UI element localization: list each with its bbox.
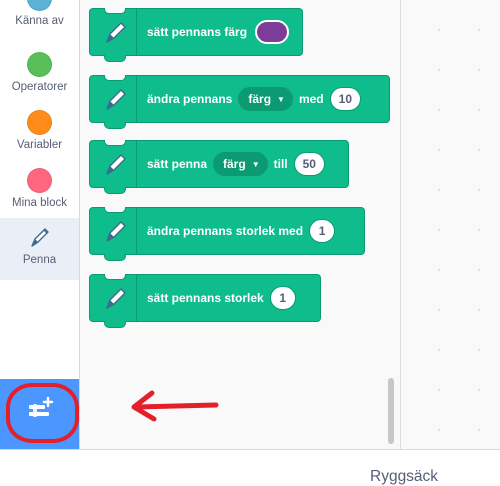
dropdown-value: färg — [223, 157, 246, 171]
block-text: sätt pennans färg — [147, 25, 248, 39]
block-text: ändra pennans storlek med — [147, 224, 304, 238]
variables-color-dot — [27, 110, 52, 135]
category-label: Mina block — [12, 197, 67, 209]
block-tab — [104, 187, 126, 194]
script-workspace[interactable] — [401, 0, 500, 449]
pen-icon — [106, 221, 126, 242]
category-label: Operatorer — [11, 81, 68, 93]
block-tab — [104, 254, 126, 261]
pen-block-icon-wrap — [96, 141, 137, 187]
category-operators[interactable]: Operatorer — [0, 52, 79, 110]
block-text: ändra pennans — [147, 92, 233, 106]
backpack-bar: Ryggsäck — [0, 449, 500, 486]
number-input[interactable]: 1 — [269, 286, 296, 310]
number-input[interactable]: 1 — [309, 219, 336, 243]
category-label: Känna av — [15, 15, 64, 27]
block-tab — [104, 55, 126, 62]
block-notch — [104, 140, 126, 146]
pen-icon — [106, 154, 126, 175]
category-sensing[interactable]: Känna av — [0, 0, 79, 44]
set-pen-size-block[interactable]: sätt pennans storlek 1 — [89, 274, 321, 328]
palette-scrollbar[interactable] — [388, 378, 394, 444]
operators-color-dot — [27, 52, 52, 77]
category-pen[interactable]: Penna — [0, 218, 79, 280]
pen-block-icon-wrap — [96, 275, 137, 321]
block-text: sätt pennans storlek — [147, 291, 264, 305]
pen-icon — [30, 228, 49, 247]
chevron-down-icon: ▼ — [277, 94, 285, 104]
block-notch — [104, 274, 126, 280]
set-pen-color-block[interactable]: sätt pennans färg — [89, 8, 303, 62]
pen-param-dropdown[interactable]: färg ▼ — [213, 152, 268, 176]
block-notch — [104, 207, 126, 213]
pen-color-swatch[interactable] — [255, 20, 290, 44]
pen-icon — [106, 22, 126, 43]
pen-icon — [106, 288, 126, 309]
pen-block-icon-wrap — [96, 76, 137, 122]
category-variables[interactable]: Variabler — [0, 110, 79, 168]
backpack-label[interactable]: Ryggsäck — [370, 468, 438, 486]
block-notch — [104, 75, 126, 81]
sensing-color-dot — [27, 0, 52, 11]
block-tab — [104, 122, 126, 129]
block-text: till — [273, 157, 288, 171]
category-label: Penna — [22, 254, 57, 266]
block-notch — [104, 8, 126, 14]
change-pen-param-block[interactable]: ändra pennans färg ▼ med 10 — [89, 75, 390, 129]
add-extension-icon — [29, 396, 54, 417]
block-text: sätt penna — [147, 157, 208, 171]
pen-icon — [106, 89, 126, 110]
number-input[interactable]: 50 — [293, 152, 325, 176]
set-pen-param-block[interactable]: sätt penna färg ▼ till 50 — [89, 140, 349, 194]
my-blocks-color-dot — [27, 168, 52, 193]
change-pen-size-block[interactable]: ändra pennans storlek med 1 — [89, 207, 365, 261]
pen-param-dropdown[interactable]: färg ▼ — [238, 87, 293, 111]
block-text: med — [298, 92, 324, 106]
number-input[interactable]: 10 — [329, 87, 361, 111]
dropdown-value: färg — [248, 92, 272, 106]
annotation-arrow-icon — [131, 390, 219, 422]
pen-block-icon-wrap — [96, 208, 137, 254]
pen-block-icon-wrap — [96, 9, 137, 55]
chevron-down-icon: ▼ — [251, 159, 260, 169]
block-tab — [104, 321, 126, 328]
category-label: Variabler — [16, 139, 63, 151]
